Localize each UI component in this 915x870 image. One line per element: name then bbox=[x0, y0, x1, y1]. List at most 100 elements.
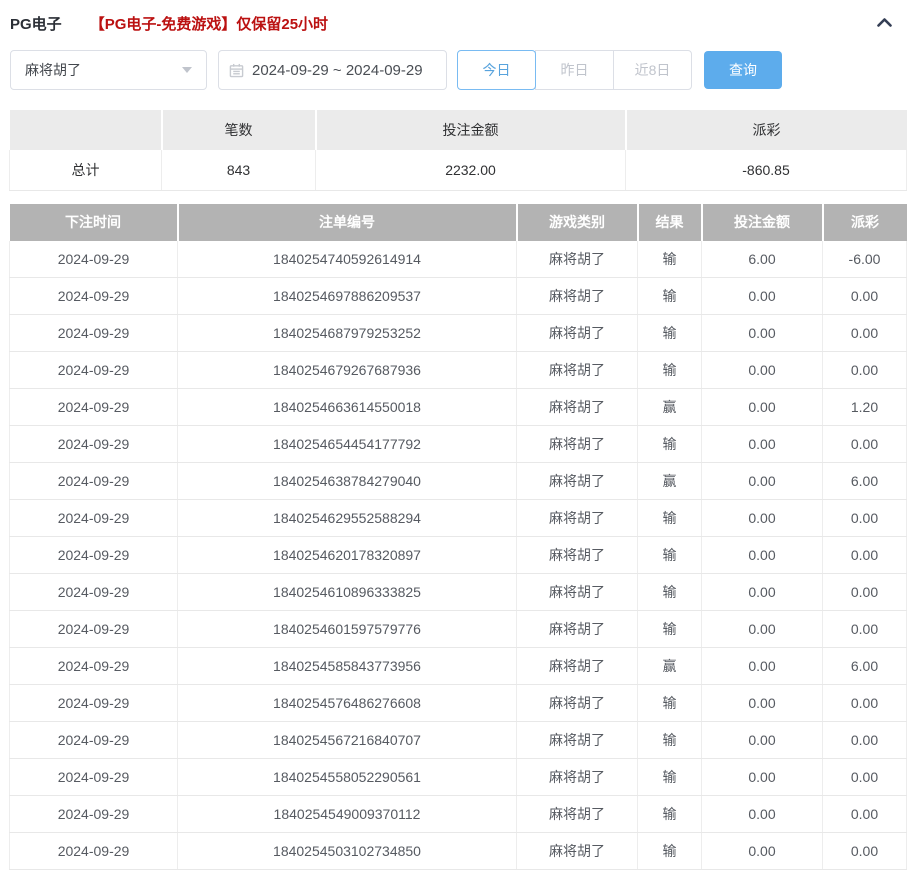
cell-game-type: 麻将胡了 bbox=[517, 352, 638, 389]
cell-payout: 0.00 bbox=[823, 352, 907, 389]
summary-table: 笔数 投注金额 派彩 总计 843 2232.00 -860.85 bbox=[9, 110, 907, 191]
cell-result: 输 bbox=[638, 426, 702, 463]
cell-bet-time: 2024-09-29 bbox=[10, 685, 178, 722]
game-select[interactable]: 麻将胡了 bbox=[10, 50, 207, 90]
header-bet-id: 注单编号 bbox=[178, 204, 517, 241]
cell-bet-time: 2024-09-29 bbox=[10, 389, 178, 426]
header-payout: 派彩 bbox=[823, 204, 907, 241]
provider-title: PG电子 bbox=[10, 13, 62, 34]
cell-payout: 0.00 bbox=[823, 759, 907, 796]
cell-result: 输 bbox=[638, 315, 702, 352]
cell-result: 输 bbox=[638, 685, 702, 722]
cell-bet-amount: 0.00 bbox=[702, 611, 823, 648]
date-range-picker[interactable]: 2024-09-29 ~ 2024-09-29 bbox=[218, 50, 447, 90]
cell-bet-id: 1840254663614550018 bbox=[178, 389, 517, 426]
cell-bet-amount: 0.00 bbox=[702, 796, 823, 833]
cell-game-type: 麻将胡了 bbox=[517, 574, 638, 611]
cell-payout: -6.00 bbox=[823, 241, 907, 278]
cell-result: 赢 bbox=[638, 648, 702, 685]
summary-total-label: 总计 bbox=[10, 150, 162, 190]
cell-game-type: 麻将胡了 bbox=[517, 463, 638, 500]
cell-bet-time: 2024-09-29 bbox=[10, 500, 178, 537]
cell-bet-time: 2024-09-29 bbox=[10, 426, 178, 463]
table-row: 2024-09-29 1840254610896333825 麻将胡了 输 0.… bbox=[10, 574, 907, 611]
cell-bet-amount: 0.00 bbox=[702, 722, 823, 759]
collapse-panel-button[interactable] bbox=[874, 14, 895, 33]
table-row: 2024-09-29 1840254503102734850 麻将胡了 输 0.… bbox=[10, 833, 907, 870]
cell-result: 赢 bbox=[638, 463, 702, 500]
range-button-yesterday[interactable]: 昨日 bbox=[535, 50, 614, 90]
cell-result: 赢 bbox=[638, 389, 702, 426]
cell-bet-time: 2024-09-29 bbox=[10, 241, 178, 278]
cell-payout: 0.00 bbox=[823, 315, 907, 352]
cell-bet-time: 2024-09-29 bbox=[10, 315, 178, 352]
cell-bet-id: 1840254567216840707 bbox=[178, 722, 517, 759]
cell-bet-amount: 0.00 bbox=[702, 648, 823, 685]
cell-bet-id: 1840254697886209537 bbox=[178, 278, 517, 315]
summary-total-payout: -860.85 bbox=[626, 150, 907, 190]
cell-game-type: 麻将胡了 bbox=[517, 833, 638, 870]
range-button-last-8-days[interactable]: 近8日 bbox=[613, 50, 692, 90]
table-row: 2024-09-29 1840254687979253252 麻将胡了 输 0.… bbox=[10, 315, 907, 352]
cell-payout: 0.00 bbox=[823, 685, 907, 722]
cell-bet-time: 2024-09-29 bbox=[10, 611, 178, 648]
calendar-icon bbox=[229, 63, 244, 78]
cell-result: 输 bbox=[638, 611, 702, 648]
header-game-type: 游戏类别 bbox=[517, 204, 638, 241]
game-select-value: 麻将胡了 bbox=[25, 60, 81, 80]
header-result: 结果 bbox=[638, 204, 702, 241]
range-button-today[interactable]: 今日 bbox=[457, 50, 536, 90]
summary-header-count: 笔数 bbox=[162, 110, 316, 150]
cell-bet-time: 2024-09-29 bbox=[10, 648, 178, 685]
notice-text: 【PG电子-免费游戏】仅保留25小时 bbox=[90, 13, 328, 34]
cell-bet-id: 1840254549009370112 bbox=[178, 796, 517, 833]
cell-payout: 0.00 bbox=[823, 833, 907, 870]
cell-result: 输 bbox=[638, 833, 702, 870]
header-bet-amount: 投注金额 bbox=[702, 204, 823, 241]
cell-game-type: 麻将胡了 bbox=[517, 685, 638, 722]
table-row: 2024-09-29 1840254549009370112 麻将胡了 输 0.… bbox=[10, 796, 907, 833]
query-button[interactable]: 查询 bbox=[704, 51, 782, 89]
cell-game-type: 麻将胡了 bbox=[517, 611, 638, 648]
cell-bet-time: 2024-09-29 bbox=[10, 759, 178, 796]
cell-bet-amount: 0.00 bbox=[702, 426, 823, 463]
cell-result: 输 bbox=[638, 278, 702, 315]
cell-payout: 0.00 bbox=[823, 722, 907, 759]
table-row: 2024-09-29 1840254654454177792 麻将胡了 输 0.… bbox=[10, 426, 907, 463]
cell-game-type: 麻将胡了 bbox=[517, 537, 638, 574]
cell-bet-amount: 0.00 bbox=[702, 315, 823, 352]
table-row: 2024-09-29 1840254679267687936 麻将胡了 输 0.… bbox=[10, 352, 907, 389]
table-row: 2024-09-29 1840254697886209537 麻将胡了 输 0.… bbox=[10, 278, 907, 315]
cell-bet-id: 1840254638784279040 bbox=[178, 463, 517, 500]
cell-payout: 0.00 bbox=[823, 611, 907, 648]
filter-bar: 麻将胡了 2024-09-29 ~ 2024-09-29 今日 昨日 近8日 bbox=[10, 50, 905, 90]
cell-payout: 0.00 bbox=[823, 537, 907, 574]
date-quick-range-group: 今日 昨日 近8日 bbox=[457, 50, 692, 90]
cell-bet-id: 1840254620178320897 bbox=[178, 537, 517, 574]
table-row: 2024-09-29 1840254638784279040 麻将胡了 赢 0.… bbox=[10, 463, 907, 500]
summary-header-blank bbox=[10, 110, 162, 150]
table-row: 2024-09-29 1840254576486276608 麻将胡了 输 0.… bbox=[10, 685, 907, 722]
cell-bet-time: 2024-09-29 bbox=[10, 278, 178, 315]
titlebar: PG电子 【PG电子-免费游戏】仅保留25小时 bbox=[0, 0, 915, 35]
cell-game-type: 麻将胡了 bbox=[517, 500, 638, 537]
cell-bet-id: 1840254503102734850 bbox=[178, 833, 517, 870]
cell-bet-time: 2024-09-29 bbox=[10, 574, 178, 611]
cell-bet-id: 1840254654454177792 bbox=[178, 426, 517, 463]
cell-bet-amount: 0.00 bbox=[702, 574, 823, 611]
cell-bet-amount: 0.00 bbox=[702, 833, 823, 870]
cell-bet-amount: 0.00 bbox=[702, 537, 823, 574]
cell-bet-time: 2024-09-29 bbox=[10, 352, 178, 389]
cell-bet-id: 1840254610896333825 bbox=[178, 574, 517, 611]
cell-payout: 0.00 bbox=[823, 500, 907, 537]
cell-bet-id: 1840254629552588294 bbox=[178, 500, 517, 537]
summary-header-bet-amount: 投注金额 bbox=[316, 110, 626, 150]
bet-table-body: 2024-09-29 1840254740592614914 麻将胡了 输 6.… bbox=[10, 241, 907, 870]
table-row: 2024-09-29 1840254663614550018 麻将胡了 赢 0.… bbox=[10, 389, 907, 426]
table-row: 2024-09-29 1840254558052290561 麻将胡了 输 0.… bbox=[10, 759, 907, 796]
cell-payout: 6.00 bbox=[823, 463, 907, 500]
cell-game-type: 麻将胡了 bbox=[517, 796, 638, 833]
cell-game-type: 麻将胡了 bbox=[517, 759, 638, 796]
cell-bet-amount: 0.00 bbox=[702, 352, 823, 389]
cell-result: 输 bbox=[638, 500, 702, 537]
